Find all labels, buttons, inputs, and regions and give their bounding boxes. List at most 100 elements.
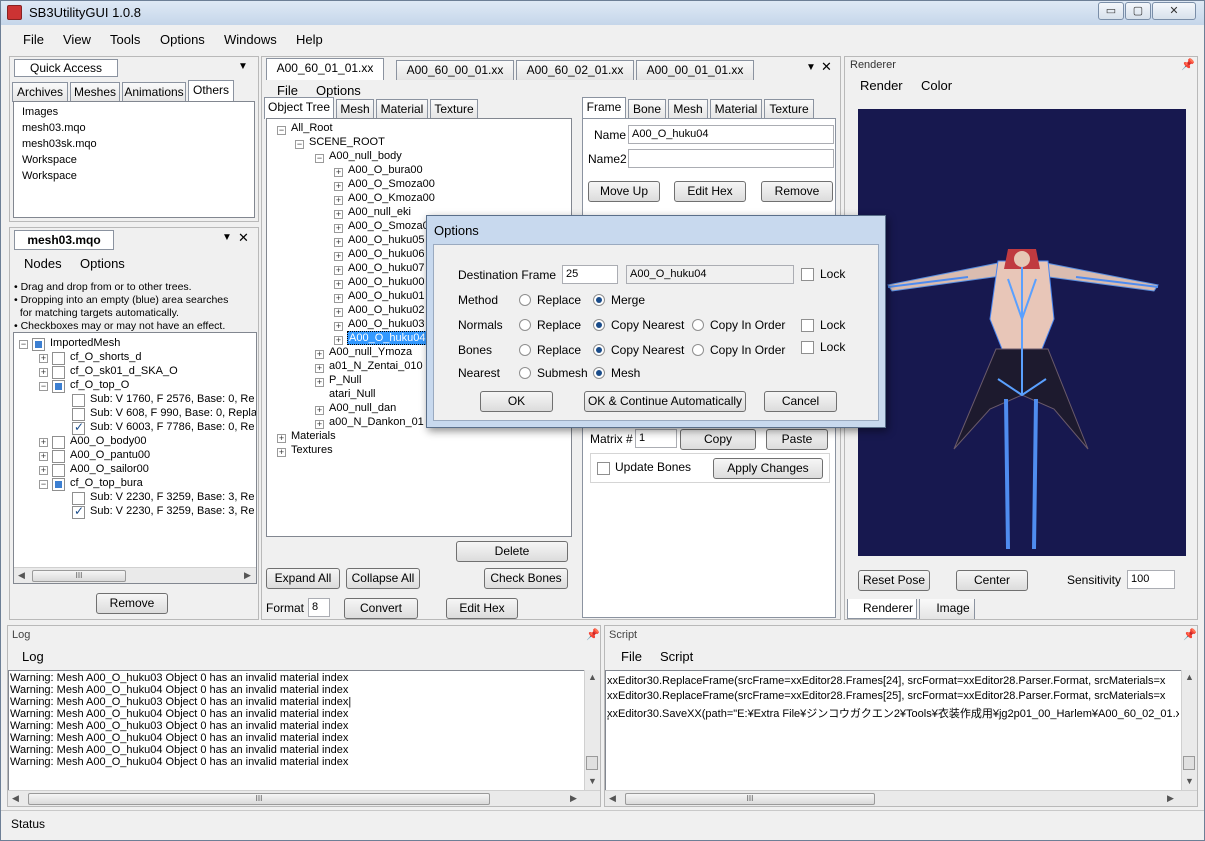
quick-access-tab[interactable]: Quick Access [14,59,118,77]
tab-others[interactable]: Others [188,80,234,102]
expand-icon[interactable]: + [334,182,343,191]
tree-checkbox[interactable] [52,352,65,365]
name2-field[interactable] [628,149,834,168]
tree-node[interactable]: A00_O_huku03 [348,318,424,330]
tree-node[interactable]: A00_O_Smoza00 [348,178,435,190]
tab-image[interactable]: Image [919,599,975,619]
expand-icon[interactable]: + [315,378,324,387]
expand-icon[interactable]: + [315,364,324,373]
menu-color[interactable]: Color [921,78,952,93]
center-button[interactable]: Center [956,570,1028,591]
tab-renderer[interactable]: Renderer [847,599,917,619]
tree-checkbox[interactable] [52,436,65,449]
edit-hex-button[interactable]: Edit Hex [446,598,518,619]
expand-icon[interactable]: + [39,452,48,461]
tree-node[interactable]: cf_O_shorts_d [70,351,142,363]
tree-checkbox[interactable] [72,504,85,519]
menu-options[interactable]: Options [316,83,361,98]
tree-node[interactable]: Materials [291,430,336,442]
scroll-down-icon[interactable]: ▼ [1185,776,1194,786]
ok-button[interactable]: OK [480,391,553,412]
menu-options[interactable]: Options [80,256,125,271]
tree-node[interactable]: Textures [291,444,333,456]
tab-file-1[interactable]: A00_60_01_01.xx [266,58,384,80]
tree-node[interactable]: A00_O_body00 [70,435,146,447]
bones-replace-radio[interactable] [519,344,531,356]
list-item[interactable]: Images [22,106,58,118]
3d-viewport[interactable] [858,109,1186,556]
format-field[interactable]: 8 [308,598,330,617]
tree-node[interactable]: A00_O_huku05 [348,234,424,246]
tree-node[interactable]: cf_O_sk01_d_SKA_O [70,365,178,377]
list-item[interactable]: Workspace [22,154,77,166]
expand-icon[interactable]: + [39,466,48,475]
tree-checkbox[interactable] [52,478,65,491]
expand-icon[interactable]: + [39,354,48,363]
expand-icon[interactable]: + [334,252,343,261]
reset-pose-button[interactable]: Reset Pose [858,570,930,591]
tree-node[interactable]: A00_O_Smoza01 [348,220,435,232]
tab-archives[interactable]: Archives [12,82,68,102]
close-button[interactable]: ✕ [1152,2,1196,20]
collapse-icon[interactable]: − [295,140,304,149]
method-replace-radio[interactable] [519,294,531,306]
scroll-thumb[interactable]: III [28,793,490,805]
tab-bone[interactable]: Bone [628,99,666,119]
menu-script[interactable]: Script [660,649,693,664]
scroll-right-icon[interactable]: ▶ [1167,793,1174,804]
expand-icon[interactable]: + [334,308,343,317]
tree-node[interactable]: A00_null_Ymoza [329,346,412,358]
matrix-spinner[interactable]: 1 [635,429,677,448]
menu-nodes[interactable]: Nodes [24,256,62,271]
tree-node[interactable]: a01_N_Zentai_010 [329,360,423,372]
tree-node[interactable]: A00_O_huku07 [348,262,424,274]
normals-copy-in-order-radio[interactable] [692,319,704,331]
tree-node[interactable]: Sub: V 608, F 990, Base: 0, Repla [90,407,256,419]
menu-tools[interactable]: Tools [110,32,140,47]
expand-icon[interactable]: + [315,406,324,415]
scroll-up-icon[interactable]: ▲ [588,672,597,682]
tree-node[interactable]: All_Root [291,122,333,134]
tree-checkbox[interactable] [32,338,45,351]
expand-icon[interactable]: + [334,294,343,303]
close-icon[interactable]: ✕ [821,59,832,75]
dropdown-arrow-icon[interactable]: ▼ [806,62,816,73]
close-icon[interactable]: ✕ [238,230,249,246]
tree-node[interactable]: Sub: V 1760, F 2576, Base: 0, Re [90,393,255,405]
tree-node[interactable]: A00_null_body [329,150,402,162]
expand-icon[interactable]: + [39,438,48,447]
paste-button[interactable]: Paste [766,429,828,450]
destination-frame-spinner[interactable]: 25 [562,265,618,284]
tab-mesh[interactable]: Mesh [668,99,708,119]
list-item[interactable]: mesh03sk.mqo [22,138,97,150]
scroll-thumb[interactable] [1183,756,1195,770]
pin-icon[interactable]: 📌 [1183,628,1197,641]
tree-node[interactable]: cf_O_top_O [70,379,129,391]
expand-all-button[interactable]: Expand All [266,568,340,589]
tab-animations[interactable]: Animations [122,82,186,102]
tab-object-tree[interactable]: Object Tree [264,97,334,119]
menu-render[interactable]: Render [860,78,903,93]
tab-file-2[interactable]: A00_60_00_01.xx [396,60,514,80]
expand-icon[interactable]: + [334,168,343,177]
minimize-button[interactable]: ▭ [1098,2,1124,20]
expand-icon[interactable]: + [277,434,286,443]
tab-material[interactable]: Material [376,99,428,119]
tree-node[interactable]: A00_O_bura00 [348,164,423,176]
method-merge-radio[interactable] [593,294,605,306]
expand-icon[interactable]: + [334,280,343,289]
collapse-all-button[interactable]: Collapse All [346,568,420,589]
list-item[interactable]: mesh03.mqo [22,122,86,134]
tab-material[interactable]: Material [710,99,762,119]
tab-frame[interactable]: Frame [582,97,626,119]
lock-checkbox[interactable] [801,268,814,281]
pin-icon[interactable]: 📌 [1181,58,1195,71]
pin-icon[interactable]: 📌 [586,628,600,641]
menu-file[interactable]: File [23,32,44,47]
tree-node[interactable]: A00_null_eki [348,206,411,218]
tree-node[interactable]: P_Null [329,374,361,386]
tree-checkbox[interactable] [52,450,65,463]
bones-copy-nearest-radio[interactable] [593,344,605,356]
edit-hex-button[interactable]: Edit Hex [674,181,746,202]
tree-checkbox[interactable] [72,394,85,407]
